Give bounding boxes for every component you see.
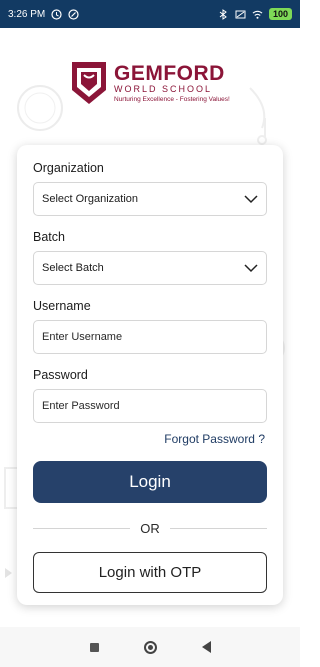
- sim-icon: [235, 9, 246, 20]
- divider-line-left: [33, 528, 131, 529]
- organization-label: Organization: [33, 161, 104, 175]
- chevron-down-icon: [244, 263, 258, 272]
- battery-icon: 100: [268, 8, 292, 20]
- organization-select-value: Select Organization: [42, 193, 138, 205]
- or-divider: OR: [33, 521, 267, 536]
- forgot-password-link[interactable]: Forgot Password ?: [33, 432, 265, 446]
- password-input[interactable]: Enter Password: [33, 389, 267, 423]
- alarm-icon: [51, 8, 62, 20]
- password-placeholder: Enter Password: [42, 400, 120, 412]
- status-right: 100: [218, 8, 292, 20]
- chevron-down-icon: [244, 194, 258, 203]
- batch-label: Batch: [33, 230, 65, 244]
- login-card: Organization Select Organization Batch S…: [17, 145, 283, 605]
- batch-select[interactable]: Select Batch: [33, 251, 267, 285]
- organization-select[interactable]: Select Organization: [33, 182, 267, 216]
- bluetooth-icon: [218, 8, 229, 20]
- batch-select-value: Select Batch: [42, 262, 104, 274]
- school-subtitle: WORLD SCHOOL: [114, 83, 213, 94]
- username-placeholder: Enter Username: [42, 331, 123, 343]
- sync-icon: [68, 8, 79, 20]
- password-label: Password: [33, 368, 88, 382]
- android-nav-bar: [0, 627, 300, 667]
- status-time: 3:26 PM: [8, 8, 46, 20]
- username-label: Username: [33, 299, 91, 313]
- school-name: GEMFORD: [114, 61, 225, 85]
- school-logo: GEMFORD WORLD SCHOOL Nurturing Excellenc…: [70, 56, 240, 110]
- status-left: 3:26 PM: [8, 9, 79, 20]
- username-input[interactable]: Enter Username: [33, 320, 267, 354]
- status-bar: 3:26 PM 100: [0, 0, 300, 28]
- wifi-icon: [252, 9, 263, 20]
- recents-icon[interactable]: [89, 642, 99, 652]
- or-label: OR: [140, 521, 160, 536]
- login-button[interactable]: Login: [33, 461, 267, 503]
- home-icon[interactable]: [143, 640, 157, 654]
- divider-line-right: [169, 528, 267, 529]
- school-crest-icon: [72, 62, 106, 104]
- login-with-otp-button[interactable]: Login with OTP: [33, 552, 267, 593]
- school-tagline: Nurturing Excellence - Fostering Values!: [114, 95, 230, 103]
- back-icon[interactable]: [201, 641, 211, 653]
